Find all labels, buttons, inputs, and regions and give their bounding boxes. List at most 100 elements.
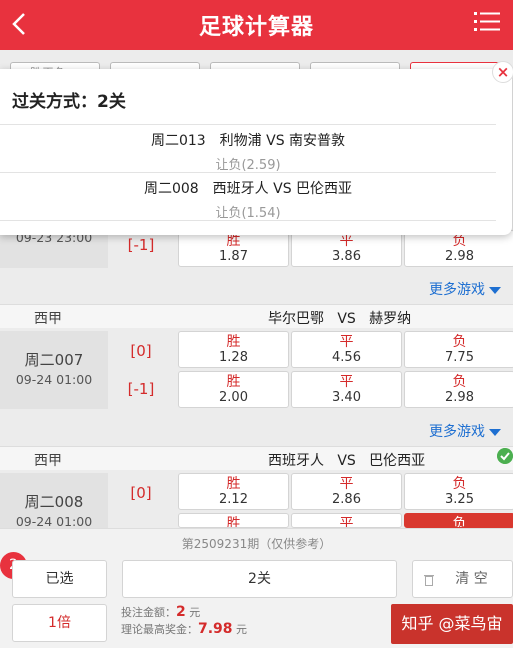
odds-draw-button[interactable]: 平 4.56 (291, 331, 402, 368)
bet-amount-value: 2 (176, 604, 186, 620)
odds-label: 负 (452, 334, 467, 350)
odds-lose-button[interactable]: 负 7.75 (404, 331, 513, 368)
odds-lose-button[interactable]: 负 2.98 (404, 230, 513, 267)
odds-label: 胜 (226, 476, 241, 492)
selected-match-pick: 让负(2.59) (215, 158, 281, 173)
odds-value: 2.98 (445, 249, 474, 264)
more-games-row: 更多游戏 (0, 277, 513, 299)
more-games-label: 更多游戏 (429, 424, 485, 440)
pass-type-label: 2关 (248, 571, 271, 587)
odds-win-button[interactable]: 胜 2.00 (178, 371, 289, 408)
odds-draw-button[interactable]: 平 (291, 513, 402, 528)
max-prize-row: 理论最高奖金：7.98 元 (121, 621, 247, 637)
match-code: 周二008 (24, 493, 84, 511)
odds-value: 2.00 (219, 390, 248, 405)
odds-label: 平 (339, 516, 354, 528)
match-info-cell: 周二007 09-24 01:00 (0, 331, 108, 409)
match-time: 09-24 01:00 (15, 372, 93, 387)
check-circle-icon (497, 448, 513, 464)
odds-value: 1.28 (219, 350, 248, 365)
odds-label: 胜 (226, 374, 241, 390)
league-name: 西甲 (34, 453, 62, 469)
trash-icon (424, 575, 434, 586)
selected-match-pick: 让负(1.54) (215, 206, 281, 221)
match-code: 周二007 (24, 351, 84, 369)
odds-win-button[interactable]: 胜 1.28 (178, 331, 289, 368)
odds-draw-button[interactable]: 平 2.86 (291, 473, 402, 510)
odds-value: 2.98 (445, 390, 474, 405)
odds-label: 平 (339, 476, 354, 492)
odds-label: 负 (452, 476, 467, 492)
match-header-row: 西甲 毕尔巴鄂 VS 赫罗纳 (0, 304, 513, 328)
selected-match-line: 周二013 利物浦 VS 南安普敦 (150, 133, 346, 149)
parlay-title: 过关方式：2关 (12, 92, 126, 112)
odds-lose-button[interactable]: 负 3.25 (404, 473, 513, 510)
odds-value: 3.25 (445, 492, 474, 507)
divider (0, 124, 496, 125)
odds-value: 2.12 (219, 492, 248, 507)
pass-type-select[interactable]: 2关 (122, 560, 397, 598)
odds-value: 3.40 (332, 390, 361, 405)
odds-value: 1.87 (219, 249, 248, 264)
odds-label: 负 (452, 374, 467, 390)
odds-draw-button[interactable]: 平 3.40 (291, 371, 402, 408)
max-prize-label: 理论最高奖金： (121, 623, 198, 636)
teams-label: 毕尔巴鄂 VS 赫罗纳 (268, 311, 412, 327)
odds-lose-button[interactable]: 负 2.98 (404, 371, 513, 408)
odds-win-button[interactable]: 胜 1.87 (178, 230, 289, 267)
odds-win-button[interactable]: 胜 2.12 (178, 473, 289, 510)
teams-label: 西班牙人 VS 巴伦西亚 (268, 453, 426, 469)
watermark-label: 知乎 @菜鸟宙 (391, 604, 513, 644)
app-header: 足球计算器 (0, 0, 513, 50)
divider (0, 172, 496, 173)
odds-draw-button[interactable]: 平 3.86 (291, 230, 402, 267)
list-menu-icon[interactable] (473, 8, 501, 36)
bet-amount-label: 投注金额： (121, 606, 176, 619)
handicap-label: [-1] (127, 236, 155, 254)
chevron-down-icon (489, 286, 501, 294)
odds-value: 7.75 (445, 350, 474, 365)
match-info-cell: 周二008 09-24 01:00 (0, 473, 108, 529)
odds-label: 胜 (226, 334, 241, 350)
period-label: 第2509231期（仅供参考） (181, 537, 332, 551)
more-games-link[interactable]: 更多游戏 (429, 421, 501, 441)
odds-label: 胜 (226, 516, 241, 528)
more-games-link[interactable]: 更多游戏 (429, 279, 501, 299)
max-prize-unit: 元 (232, 623, 248, 636)
odds-lose-button-selected[interactable]: 负 (404, 513, 513, 528)
odds-win-button[interactable]: 胜 (178, 513, 289, 528)
selected-button-label: 已选 (45, 571, 74, 587)
multiple-stepper[interactable]: 1倍 (12, 604, 107, 642)
multiple-label: 1倍 (48, 615, 71, 631)
odds-value: 4.56 (332, 350, 361, 365)
selected-button[interactable]: 已选 (12, 560, 107, 598)
handicap-label: [0] (130, 484, 152, 502)
selected-match-line: 周二008 西班牙人 VS 巴伦西亚 (143, 181, 353, 197)
clear-button-label: 清 空 (455, 571, 488, 587)
more-games-row: 更多游戏 (0, 419, 513, 441)
odds-value: 3.86 (332, 249, 361, 264)
back-arrow-icon[interactable] (6, 6, 34, 42)
selected-match-item: 周二013 利物浦 VS 南安普敦 让负(2.59) (0, 130, 496, 173)
odds-label: 平 (339, 334, 354, 350)
odds-label: 负 (452, 516, 467, 528)
chevron-down-icon (489, 428, 501, 436)
odds-label: 胜 (226, 233, 241, 249)
odds-label: 平 (339, 233, 354, 249)
max-prize-value: 7.98 (198, 621, 233, 637)
odds-label: 负 (452, 233, 467, 249)
odds-label: 平 (339, 374, 354, 390)
bet-amount-unit: 元 (185, 606, 201, 619)
handicap-label: [0] (130, 342, 152, 360)
match-header-row: 西甲 西班牙人 VS 巴伦西亚 (0, 446, 513, 470)
league-name: 西甲 (34, 311, 62, 327)
bet-amount-row: 投注金额：2 元 (121, 604, 200, 620)
handicap-label: [-1] (127, 380, 155, 398)
odds-value: 2.86 (332, 492, 361, 507)
close-icon[interactable]: × (492, 61, 513, 83)
page-title: 足球计算器 (198, 15, 314, 40)
more-games-label: 更多游戏 (429, 282, 485, 298)
divider (0, 220, 496, 221)
match-time: 09-24 01:00 (15, 514, 93, 529)
parlay-popup: 过关方式：2关 周二013 利物浦 VS 南安普敦 让负(2.59) 周二008… (0, 61, 513, 235)
